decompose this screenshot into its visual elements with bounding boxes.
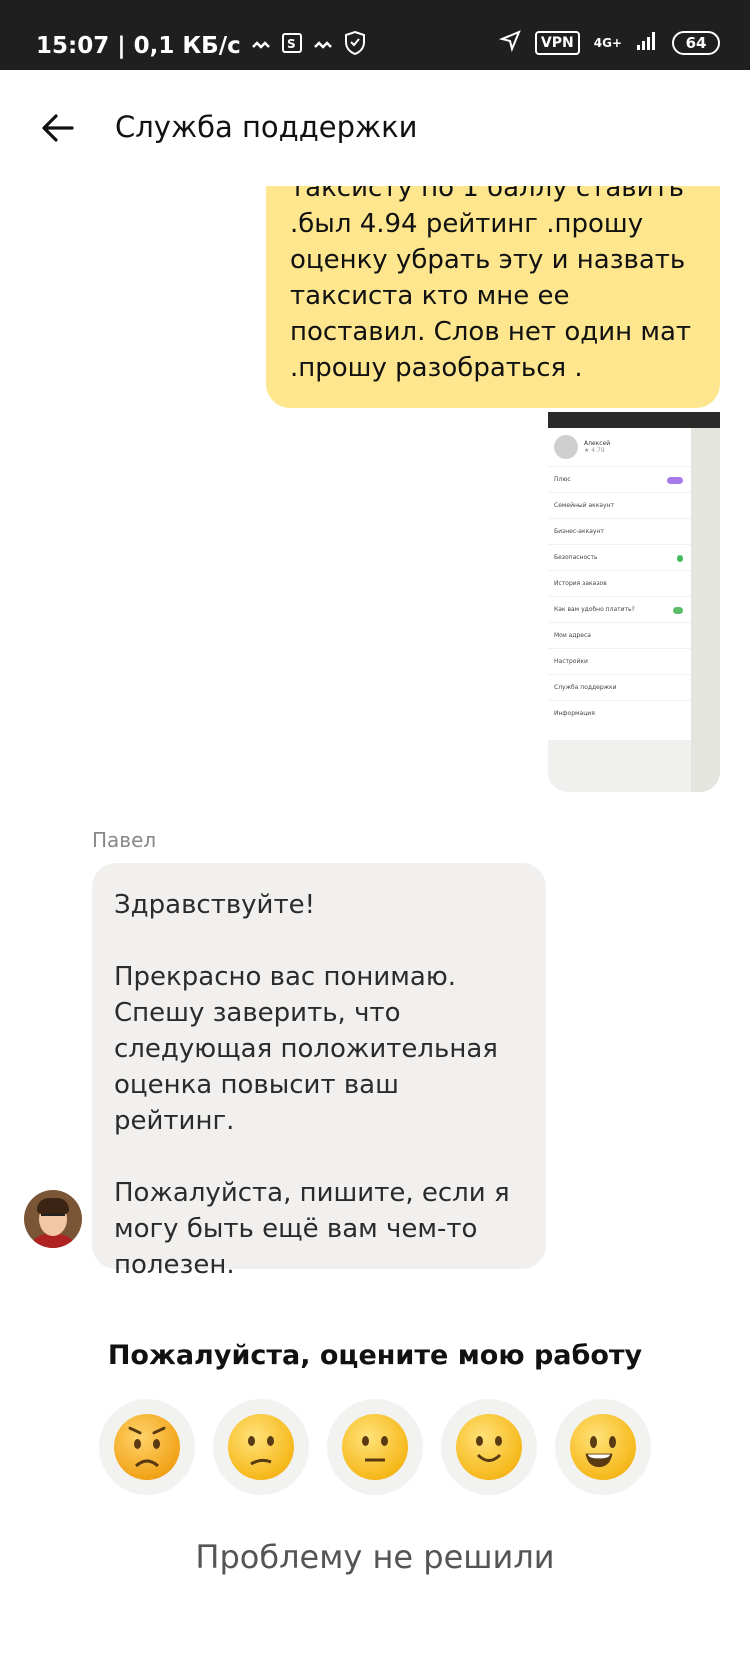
status-time: 15:07 | 0,1 КБ/с (36, 33, 241, 59)
location-arrow-icon (498, 30, 521, 56)
network-type: 4G+ (593, 36, 622, 50)
neutral-face-icon (342, 1414, 408, 1480)
screenshot-menu-item: Настройки (548, 648, 691, 674)
back-arrow-icon (42, 114, 74, 142)
grin-face-icon (570, 1414, 636, 1480)
shield-icon (343, 30, 367, 62)
agent-avatar (24, 1190, 82, 1248)
app-header: Служба поддержки (0, 70, 750, 186)
screenshot-menu: Алексей ★ 4.79 Плюс Семейный аккаунт Биз… (548, 428, 691, 740)
rating-angry-button[interactable] (99, 1399, 195, 1495)
chat-area[interactable]: таксисту по 1 баллу ставить .был 4.94 ре… (0, 186, 750, 1666)
screenshot-statusbar (548, 412, 720, 428)
screenshot-menu-item: Безопасность (548, 544, 691, 570)
screenshot-menu-item: Семейный аккаунт (548, 492, 691, 518)
screenshot-map (691, 428, 720, 792)
svg-text:S: S (287, 37, 296, 51)
angry-face-icon (114, 1414, 180, 1480)
screenshot-user-rating: ★ 4.79 (584, 447, 605, 454)
status-bar: 15:07 | 0,1 КБ/с S VPN 4G+ 64 (0, 0, 750, 70)
rating-neutral-button[interactable] (327, 1399, 423, 1495)
agent-name: Павел (92, 828, 157, 852)
rating-grin-button[interactable] (555, 1399, 651, 1495)
taxi-icon (251, 33, 271, 59)
smile-face-icon (456, 1414, 522, 1480)
rating-options (99, 1399, 651, 1495)
rating-smile-button[interactable] (441, 1399, 537, 1495)
agent-message-bubble: Здравствуйте! Прекрасно вас понимаю. Спе… (92, 863, 546, 1280)
screenshot-user-name: Алексей (584, 440, 611, 447)
user-message-bubble: таксисту по 1 баллу ставить .был 4.94 ре… (266, 186, 720, 408)
back-button[interactable] (36, 106, 80, 150)
page-title: Служба поддержки (115, 110, 418, 144)
problem-not-solved-button[interactable]: Проблему не решили (0, 1538, 750, 1576)
screenshot-menu-item: Информация (548, 700, 691, 726)
taxi-icon-2 (313, 33, 333, 59)
rating-sad-button[interactable] (213, 1399, 309, 1495)
screenshot-menu-item: Плюс (548, 466, 691, 492)
screenshot-avatar (554, 435, 578, 459)
battery-indicator: 64 (672, 31, 720, 55)
screenshot-menu-item: Служба поддержки (548, 674, 691, 700)
signal-icon (636, 31, 658, 55)
status-right: VPN 4G+ 64 (498, 30, 720, 56)
vpn-badge: VPN (534, 31, 580, 55)
screenshot-menu-item: Мои адреса (548, 622, 691, 648)
news-icon: S (281, 32, 303, 60)
screenshot-user: Алексей ★ 4.79 (548, 428, 691, 466)
attached-screenshot[interactable]: Алексей ★ 4.79 Плюс Семейный аккаунт Биз… (548, 412, 720, 792)
status-left: 15:07 | 0,1 КБ/с S (36, 30, 367, 62)
screenshot-menu-item: История заказов (548, 570, 691, 596)
screenshot-menu-item: Как вам удобно платить? (548, 596, 691, 622)
sad-face-icon (228, 1414, 294, 1480)
screenshot-menu-item: Бизнес-аккаунт (548, 518, 691, 544)
rating-title: Пожалуйста, оцените мою работу (107, 1340, 643, 1371)
screenshot-bottom (548, 740, 691, 792)
